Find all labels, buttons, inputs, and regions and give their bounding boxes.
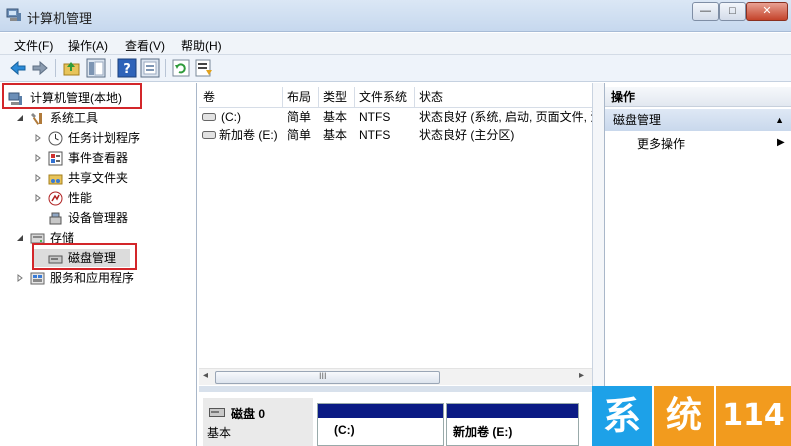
scrollbar-thumb[interactable]: III xyxy=(215,371,440,384)
column-header-filesystem[interactable]: 文件系统 xyxy=(355,87,415,108)
svg-text:?: ? xyxy=(123,62,131,77)
partition-label: (C:) xyxy=(334,423,355,437)
column-header-status[interactable]: 状态 xyxy=(415,87,592,108)
volume-list-pane: 卷 布局 类型 文件系统 状态 (C:) 简单 基本 NTFS 状态良好 (系统… xyxy=(199,83,592,446)
properties-icon[interactable] xyxy=(140,58,160,78)
expanded-arrow-icon[interactable] xyxy=(16,234,24,242)
cell-status: 状态良好 (主分区) xyxy=(419,128,515,142)
help-icon[interactable]: ? xyxy=(117,58,137,78)
collapse-up-icon[interactable]: ▲ xyxy=(775,109,784,131)
show-hide-tree-icon[interactable] xyxy=(86,58,106,78)
tools-icon xyxy=(31,113,42,125)
expanded-arrow-icon[interactable] xyxy=(16,114,24,122)
computer-management-icon xyxy=(6,8,21,21)
cell-layout: 简单 xyxy=(287,128,312,142)
horizontal-scrollbar[interactable]: ◂ III ▸ xyxy=(199,368,592,385)
column-header-layout[interactable]: 布局 xyxy=(283,87,319,108)
minimize-button[interactable]: — xyxy=(692,2,719,21)
partition-bar xyxy=(447,404,578,418)
cell-layout: 简单 xyxy=(287,110,312,124)
tree-label: 性能 xyxy=(68,191,93,205)
performance-icon xyxy=(48,191,63,206)
cell-type: 基本 xyxy=(323,128,348,142)
actions-header: 操作 xyxy=(605,87,791,107)
scroll-right-arrow-icon[interactable]: ▸ xyxy=(579,370,584,381)
menu-action[interactable]: 操作(A) xyxy=(68,37,108,54)
navigation-tree: 计算机管理(本地) 系统工具 任务计划程序 事件查看器 共享文件夹 性能 设备管… xyxy=(0,83,197,446)
toolbar-separator xyxy=(165,59,166,77)
watermark-char: 统 xyxy=(654,386,714,446)
submenu-arrow-icon[interactable]: ▶ xyxy=(777,137,785,148)
column-header-volume[interactable]: 卷 xyxy=(199,87,283,108)
cell-volume: 新加卷 (E:) xyxy=(219,128,278,142)
actions-section-disk-management[interactable]: 磁盘管理 ▲ xyxy=(605,109,791,131)
table-row[interactable]: 新加卷 (E:) 简单 基本 NTFS 状态良好 (主分区) xyxy=(199,126,592,144)
partition-e[interactable]: 新加卷 (E:) xyxy=(446,403,579,446)
watermark-number: 114 xyxy=(716,386,791,446)
tree-label: 共享文件夹 xyxy=(68,171,129,185)
back-arrow-icon[interactable] xyxy=(8,58,28,78)
toolbar-separator xyxy=(55,59,56,77)
highlight-box-root xyxy=(2,83,142,109)
up-folder-icon[interactable] xyxy=(62,58,82,78)
drive-icon xyxy=(202,131,216,139)
tree-label: 任务计划程序 xyxy=(68,131,141,145)
cell-type: 基本 xyxy=(323,110,348,124)
cell-filesystem: NTFS xyxy=(359,110,391,124)
device-manager-icon xyxy=(49,212,62,225)
scroll-left-arrow-icon[interactable]: ◂ xyxy=(203,370,208,381)
title-bar[interactable]: 计算机管理 — □ ✕ xyxy=(0,0,791,32)
collapsed-arrow-icon[interactable] xyxy=(34,194,42,202)
window-title: 计算机管理 xyxy=(27,11,93,26)
partition-label: 新加卷 (E:) xyxy=(453,425,513,439)
partition-bar xyxy=(318,404,443,418)
tree-label: 服务和应用程序 xyxy=(50,271,135,285)
actions-section-label: 磁盘管理 xyxy=(613,113,662,127)
collapsed-arrow-icon[interactable] xyxy=(16,274,24,282)
refresh-icon[interactable] xyxy=(171,58,191,78)
shared-folder-icon xyxy=(48,174,63,185)
scroll-grip: III xyxy=(319,371,327,381)
tree-label: 系统工具 xyxy=(50,111,99,125)
collapsed-arrow-icon[interactable] xyxy=(34,154,42,162)
table-row[interactable]: (C:) 简单 基本 NTFS 状态良好 (系统, 启动, 页面文件, 活 xyxy=(199,108,592,126)
menu-bar: 文件(F) 操作(A) 查看(V) 帮助(H) xyxy=(0,33,791,55)
column-header-type[interactable]: 类型 xyxy=(319,87,355,108)
services-icon xyxy=(30,272,45,285)
clock-icon xyxy=(48,131,63,146)
toolbar-separator xyxy=(110,59,111,77)
cell-volume: (C:) xyxy=(221,110,241,124)
site-watermark-logo: 系 统 114 xyxy=(592,386,791,446)
watermark-char: 系 xyxy=(592,386,652,446)
disk-type: 基本 xyxy=(207,426,232,440)
event-log-icon xyxy=(48,151,63,166)
cell-filesystem: NTFS xyxy=(359,128,391,142)
partition-c[interactable]: (C:) xyxy=(317,403,444,446)
highlight-box-disk-management xyxy=(32,243,137,270)
menu-view[interactable]: 查看(V) xyxy=(125,37,165,54)
export-list-icon[interactable] xyxy=(194,58,214,78)
menu-help[interactable]: 帮助(H) xyxy=(181,37,222,54)
disk-map-area: 磁盘 0 基本 (C:) 新加卷 (E:) xyxy=(199,392,592,446)
close-button[interactable]: ✕ xyxy=(746,2,788,21)
cell-status: 状态良好 (系统, 启动, 页面文件, 活 xyxy=(419,110,592,124)
tree-label: 事件查看器 xyxy=(68,151,129,165)
more-actions-item[interactable]: 更多操作 xyxy=(637,135,685,153)
toolbar: ? xyxy=(0,55,791,82)
collapsed-arrow-icon[interactable] xyxy=(34,134,42,142)
disk-name: 磁盘 0 xyxy=(231,407,266,421)
more-actions-label: 更多操作 xyxy=(637,137,686,151)
drive-icon xyxy=(202,113,216,121)
tree-label: 设备管理器 xyxy=(68,211,129,225)
menu-file[interactable]: 文件(F) xyxy=(14,37,53,54)
disk-icon xyxy=(209,408,225,417)
forward-arrow-icon[interactable] xyxy=(30,58,50,78)
maximize-button[interactable]: □ xyxy=(719,2,746,21)
disk-info-box[interactable]: 磁盘 0 基本 xyxy=(203,398,313,446)
collapsed-arrow-icon[interactable] xyxy=(34,174,42,182)
